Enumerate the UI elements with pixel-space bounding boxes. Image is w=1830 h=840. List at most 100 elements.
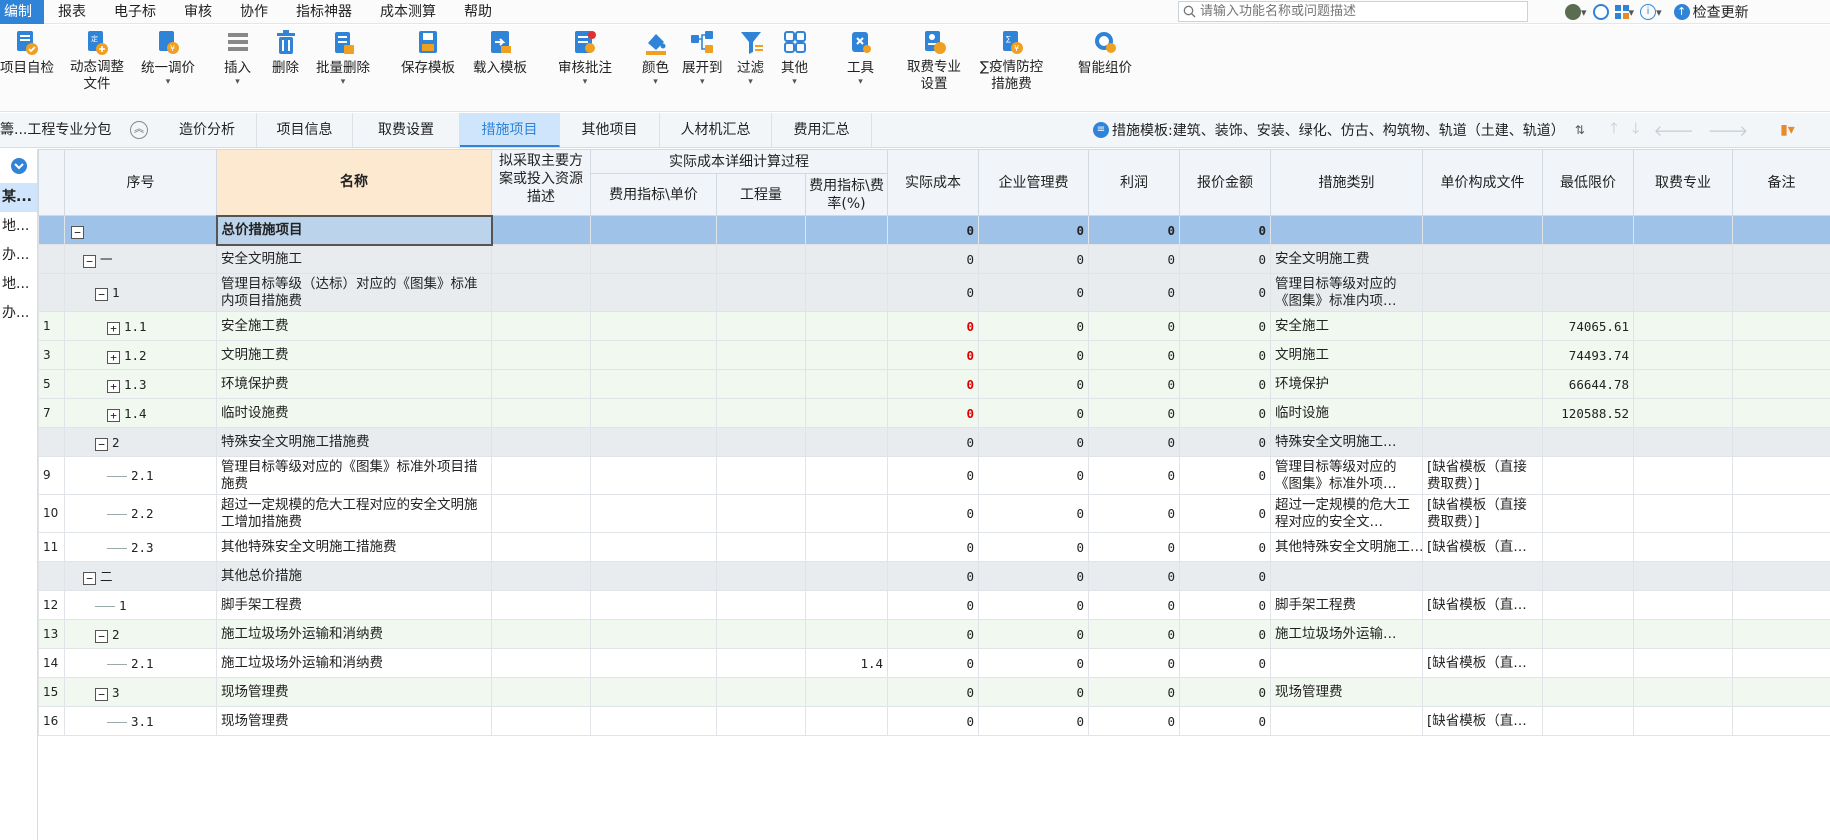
profit-cell[interactable]: 0 [1088,494,1181,533]
save-template-button[interactable]: 保存模板 [401,29,455,77]
min-price-cell[interactable]: 120588.52 [1542,398,1635,428]
category-cell[interactable]: 环境保护 [1270,369,1424,399]
col-header-actual-cost[interactable]: 实际成本 [887,149,980,216]
min-price-cell[interactable]: 74493.74 [1542,340,1635,370]
remark-cell[interactable] [1732,677,1830,707]
name-cell[interactable]: 其他总价措施 [216,561,492,591]
min-price-cell[interactable] [1542,648,1635,678]
epidemic-prevention-fee-button[interactable]: ∑ ¥ ∑疫情防控 措施费 [980,29,1043,93]
row-index-cell[interactable]: 14 [38,648,65,678]
name-cell[interactable]: 超过一定规模的危大工程对应的安全文明施工增加措施费 [216,494,492,533]
seq-cell[interactable]: 1 [64,590,217,620]
table-row[interactable]: 9 2.1 管理目标等级对应的《图集》标准外项目措施费 0 0 0 0 管理目标等级对应的《图… [38,456,1830,495]
mgmt-fee-cell[interactable]: 0 [978,619,1090,649]
table-row[interactable]: − 一安全文明施工 0 0 0 0 安全文明施工费 [38,244,1830,274]
quantity-cell[interactable] [716,311,806,341]
actual-cost-cell[interactable]: 0 [887,590,980,620]
mgmt-fee-cell[interactable]: 0 [978,398,1090,428]
unit-file-cell[interactable]: [缺省模板（直接费取费）] [1422,494,1544,533]
fee-major-cell[interactable] [1633,215,1734,245]
table-row[interactable]: 1 +1.1 安全施工费 0 0 0 0 安全施工 74065.61 [38,311,1830,341]
quote-cell[interactable]: 0 [1179,706,1272,736]
min-price-cell[interactable] [1542,590,1635,620]
fee-unit-cell[interactable] [590,398,717,428]
seq-cell[interactable]: +1.3 [64,369,217,399]
plan-cell[interactable] [491,494,591,533]
unit-file-cell[interactable] [1422,369,1544,399]
col-header-quote[interactable]: 报价金额 [1179,149,1272,216]
name-cell[interactable]: 安全文明施工 [216,244,492,274]
table-row[interactable]: − 二其他总价措施 0 0 0 0 [38,561,1830,591]
fee-major-cell[interactable] [1633,398,1734,428]
remark-cell[interactable] [1732,648,1830,678]
min-price-cell[interactable] [1542,619,1635,649]
profit-cell[interactable]: 0 [1088,619,1181,649]
collapse-minus-icon[interactable]: − [83,571,96,585]
seq-cell[interactable]: 2.1 [64,456,217,495]
profit-cell[interactable]: 0 [1088,561,1181,591]
category-cell[interactable]: 临时设施 [1270,398,1424,428]
name-cell[interactable]: 管理目标等级对应的《图集》标准外项目措施费 [216,456,492,495]
fee-major-cell[interactable] [1633,648,1734,678]
mgmt-fee-cell[interactable]: 0 [978,244,1090,274]
nav-item-unit-3[interactable]: 地... [0,270,37,299]
mgmt-fee-cell[interactable]: 0 [978,340,1090,370]
name-cell[interactable]: 现场管理费 [216,706,492,736]
actual-cost-cell[interactable]: 0 [887,427,980,457]
actual-cost-cell[interactable]: 0 [887,494,980,533]
info-icon[interactable]: i ▾ [1640,4,1662,20]
fee-rate-cell[interactable] [804,369,889,399]
fee-unit-cell[interactable] [590,273,717,312]
plan-cell[interactable] [491,561,591,591]
category-cell[interactable]: 超过一定规模的危大工程对应的安全文… [1270,494,1424,533]
unit-file-cell[interactable]: [缺省模板（直… [1422,590,1544,620]
row-index-cell[interactable]: 5 [38,369,65,399]
table-row[interactable]: 12 1 脚手架工程费 0 0 0 0 脚手架工程费 [缺省模板（直… [38,590,1830,620]
category-cell[interactable] [1270,648,1424,678]
col-header-category[interactable]: 措施类别 [1270,149,1424,216]
fee-rate-cell[interactable] [804,398,889,428]
unit-file-cell[interactable] [1422,427,1544,457]
col-header-plan[interactable]: 拟采取主要方案或投入资源描述 [491,149,591,216]
quantity-cell[interactable] [716,215,806,245]
fee-unit-cell[interactable] [590,456,717,495]
name-cell[interactable]: 现场管理费 [216,677,492,707]
min-price-cell[interactable] [1542,706,1635,736]
measure-template-info[interactable]: ≡ 措施模板:建筑、装饰、安装、绿化、仿古、构筑物、轨道（土建、轨道） ⇅ [1093,113,1585,147]
name-cell[interactable]: 施工垃圾场外运输和消纳费 [216,648,492,678]
plan-cell[interactable] [491,590,591,620]
mgmt-fee-cell[interactable]: 0 [978,590,1090,620]
col-header-name[interactable]: 名称 [216,149,492,216]
mgmt-fee-cell[interactable]: 0 [978,456,1090,495]
seq-cell[interactable]: −1 [64,273,217,312]
fee-unit-cell[interactable] [590,369,717,399]
fee-unit-cell[interactable] [590,244,717,274]
table-row[interactable]: 15−3 现场管理费 0 0 0 0 现场管理费 [38,677,1830,707]
headset-icon[interactable] [1592,4,1609,20]
expand-to-button[interactable]: 展开到 ▾ [682,29,723,87]
quantity-cell[interactable] [716,590,806,620]
fee-major-setting-button[interactable]: 取费专业 设置 [907,29,961,93]
apps-grid-icon[interactable]: ▾ [1614,5,1634,19]
seq-cell[interactable]: +1.2 [64,340,217,370]
expand-plus-icon[interactable]: + [107,350,120,364]
fee-unit-cell[interactable] [590,532,717,562]
menu-item-bianzhi[interactable]: 编制 [0,0,44,24]
name-cell[interactable]: 环境保护费 [216,369,492,399]
row-index-cell[interactable]: 13 [38,619,65,649]
profit-cell[interactable]: 0 [1088,648,1181,678]
unit-file-cell[interactable] [1422,340,1544,370]
fee-major-cell[interactable] [1633,244,1734,274]
col-header-mgmt-fee[interactable]: 企业管理费 [978,149,1090,216]
unit-file-cell[interactable] [1422,215,1544,245]
quantity-cell[interactable] [716,369,806,399]
row-index-cell[interactable] [38,561,65,591]
fee-unit-cell[interactable] [590,561,717,591]
profit-cell[interactable]: 0 [1088,427,1181,457]
row-index-cell[interactable]: 7 [38,398,65,428]
plan-cell[interactable] [491,273,591,312]
row-index-cell[interactable]: 11 [38,532,65,562]
category-cell[interactable]: 安全文明施工费 [1270,244,1424,274]
profit-cell[interactable]: 0 [1088,398,1181,428]
row-index-cell[interactable]: 12 [38,590,65,620]
